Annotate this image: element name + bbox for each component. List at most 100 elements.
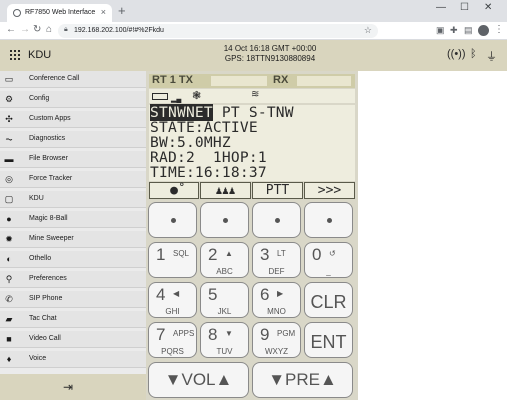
sidebar-item-label: Force Tracker <box>29 175 73 182</box>
key-0[interactable]: 0 ↺ _ <box>304 242 353 278</box>
minimize-button[interactable]: — <box>436 2 446 13</box>
extension-icon[interactable]: ▣ <box>436 25 445 36</box>
radio-kdu-panel: RT 1 TX RX ▂▄ ❃ ≋ STNWNET PT S-TNW STATE… <box>146 71 358 400</box>
key-6[interactable]: 6 ▶ MNO <box>252 282 301 318</box>
function-key-4[interactable] <box>304 202 353 238</box>
back-icon[interactable]: ← <box>6 24 16 35</box>
volume-rocker[interactable]: ▼VOL▲ <box>148 362 249 398</box>
sidebar-item-config[interactable]: ⚙ Config <box>0 91 146 108</box>
key-8[interactable]: 8 ▼ TUV <box>200 322 249 358</box>
close-tab-icon[interactable]: × <box>101 7 106 17</box>
url-text: 192.168.202.100/#!#%2Fkdu <box>74 27 164 34</box>
browser-tab[interactable]: RF7850 Web Interface × <box>7 4 112 22</box>
profile-avatar[interactable] <box>478 25 489 36</box>
function-key-3[interactable] <box>252 202 301 238</box>
preset-rocker[interactable]: ▼PRE▲ <box>252 362 353 398</box>
key-9[interactable]: 9 PGM WXYZ <box>252 322 301 358</box>
sidebar-item-label: KDU <box>29 195 44 202</box>
bookmark-star-icon[interactable]: ☆ <box>364 25 372 36</box>
key-number: 4 <box>156 285 166 304</box>
lcd-line-3: BW:5.0MHZ <box>150 134 231 151</box>
enter-button[interactable]: ENT <box>304 322 353 358</box>
sidebar-item-tac-chat[interactable]: ▰ Tac Chat <box>0 311 146 328</box>
key-letters: GHI <box>165 307 180 316</box>
app-grid-icon[interactable] <box>10 50 20 60</box>
sidebar-item-conference-call[interactable]: ▭ Conference Call <box>0 71 146 88</box>
sidepanel-icon[interactable]: ▤ <box>464 25 473 36</box>
browser-toolbar: ← → ↻ ⌂ 🔒︎ 192.168.202.100/#!#%2Fkdu ☆ ▣… <box>0 22 507 40</box>
key-4[interactable]: 4 ◀ GHI <box>148 282 197 318</box>
globe-icon <box>13 9 21 17</box>
lcd-line-4: RAD:2 1HOP:1 <box>150 149 267 166</box>
key-7[interactable]: 7 APPS PQRS <box>148 322 197 358</box>
sidebar-item-mine-sweeper[interactable]: ✹ Mine Sweeper <box>0 231 146 248</box>
softkey-1[interactable]: ●̊ <box>149 182 199 199</box>
app-header: KDU 14 Oct 16:18 GMT +00:00 GPS: 18TTN91… <box>0 40 507 71</box>
radio-lcd-display: STNWNET PT S-TNW STATE:ACTIVE BW:5.0MHZ … <box>149 104 355 181</box>
radio-status-bar: RT 1 TX RX <box>149 74 355 88</box>
lock-icon[interactable]: 🔒︎ <box>64 26 68 34</box>
key-letters: MNO <box>267 307 286 316</box>
key-letters: JKL <box>217 307 232 316</box>
key-3[interactable]: 3 LT DEF <box>252 242 301 278</box>
function-key-1[interactable] <box>148 202 197 238</box>
bluetooth-icon[interactable]: ᛒ <box>470 48 477 60</box>
address-bar[interactable]: 🔒︎ 192.168.202.100/#!#%2Fkdu ☆ <box>58 24 378 38</box>
radio-icon-row: ▂▄ ❃ ≋ <box>149 89 355 103</box>
reload-icon[interactable]: ↻ <box>33 24 41 35</box>
radio-icon: ▢ <box>4 194 14 204</box>
gps-text: GPS: 18TTN9130880894 <box>224 54 316 63</box>
wifi-icon: ≋ <box>251 89 260 100</box>
sidebar-item-label: SIP Phone <box>29 295 63 302</box>
sidebar-item-sip-phone[interactable]: ✆ SIP Phone <box>0 291 146 308</box>
sidebar-item-force-tracker[interactable]: ◎ Force Tracker <box>0 171 146 188</box>
sidebar-item-custom-apps[interactable]: ✣ Custom Apps <box>0 111 146 128</box>
sidebar-item-video-call[interactable]: ■ Video Call <box>0 331 146 348</box>
datetime-text: 14 Oct 16:18 GMT +00:00 <box>223 44 317 53</box>
sidebar-item-othello[interactable]: ◐ Othello <box>0 251 146 268</box>
window-close-button[interactable]: ✕ <box>484 2 492 13</box>
browser-menu-icon[interactable]: ⋮ <box>494 24 504 35</box>
clear-label: CLR <box>310 292 347 312</box>
key-1[interactable]: 1 SQL <box>148 242 197 278</box>
softkey-2[interactable]: ♟♟♟ <box>200 182 251 199</box>
group-icon: ♟♟♟ <box>215 184 236 197</box>
sidebar-item-label: Custom Apps <box>29 115 71 122</box>
sidebar-item-label: Conference Call <box>29 75 80 82</box>
home-icon[interactable]: ⌂ <box>46 24 52 35</box>
browser-tab-bar: RF7850 Web Interface × + — ☐ ✕ <box>0 0 507 22</box>
new-tab-button[interactable]: + <box>118 3 126 18</box>
sidebar-footer: ⇥ <box>0 374 146 400</box>
down-arrow-icon: ▼ <box>225 329 233 338</box>
logout-icon[interactable]: ⇥ <box>63 380 73 394</box>
key-2[interactable]: 2 ▲ ABC <box>200 242 249 278</box>
wireless-signal-icon[interactable]: ((•)) <box>447 48 466 60</box>
phone-icon: ✆ <box>5 294 13 304</box>
key-letters: _ <box>326 267 331 276</box>
gear-icon: ⚙ <box>4 94 14 104</box>
sidebar-item-diagnostics[interactable]: ⏦ Diagnostics <box>0 131 146 148</box>
key-5[interactable]: 5 JKL <box>200 282 249 318</box>
target-icon: ◎ <box>5 174 13 184</box>
maximize-button[interactable]: ☐ <box>460 2 469 13</box>
key-number: 2 <box>208 245 218 264</box>
sidebar-item-voice[interactable]: ♦ Voice <box>0 351 146 368</box>
sidebar-item-preferences[interactable]: ⚲ Preferences <box>0 271 146 288</box>
key-function: SQL <box>173 249 190 258</box>
key-function: PGM <box>277 329 296 338</box>
sidebar-item-label: Magic 8-Ball <box>29 215 68 222</box>
puzzle-icon[interactable]: ✚ <box>450 25 458 36</box>
sidebar-item-label: Diagnostics <box>29 135 66 142</box>
dot-icon <box>222 218 228 223</box>
dot-icon <box>170 218 176 223</box>
clear-button[interactable]: CLR <box>304 282 353 318</box>
sidebar-item-magic-8-ball[interactable]: ● Magic 8-Ball <box>0 211 146 228</box>
power-plug-icon[interactable]: ⏚ <box>486 48 497 64</box>
sidebar-item-file-browser[interactable]: ▬ File Browser <box>0 151 146 168</box>
sidebar-item-kdu[interactable]: ▢ KDU <box>0 191 146 208</box>
softkey-next[interactable]: >>> <box>304 182 355 199</box>
tx-indicator <box>211 76 267 86</box>
function-key-2[interactable] <box>200 202 249 238</box>
softkey-ptt[interactable]: PTT <box>252 182 303 199</box>
forward-icon[interactable]: → <box>20 24 30 35</box>
